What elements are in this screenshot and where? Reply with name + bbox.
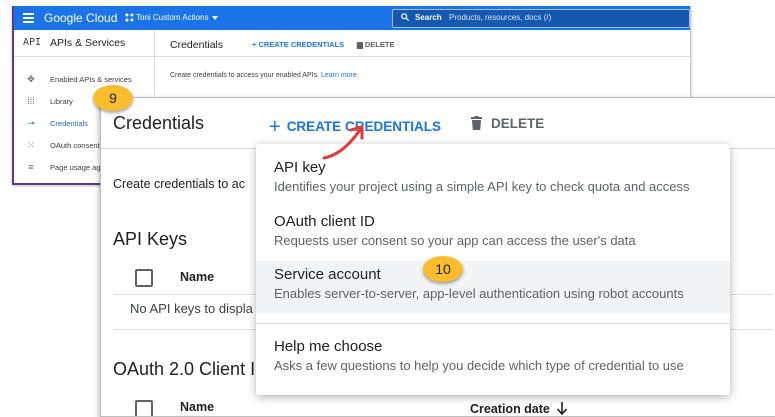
consent-icon: ⁙ — [27, 140, 35, 150]
menu-item-description: Identifies your project using a simple A… — [274, 179, 690, 194]
description-text: Create credentials to access your enable… — [170, 72, 320, 79]
sidebar-item-label: Page usage agr — [50, 163, 103, 172]
menu-item-oauth-client-id[interactable]: OAuth client ID Requests user consent so… — [256, 208, 730, 258]
menu-item-description: Asks a few questions to help you decide … — [274, 358, 684, 373]
step-badge-10: 10 — [423, 256, 463, 282]
search-icon — [401, 13, 409, 21]
project-icon — [125, 13, 134, 22]
select-all-checkbox[interactable] — [135, 269, 153, 287]
select-all-checkbox[interactable] — [135, 400, 153, 416]
delete-button[interactable]: ▆ DELETE — [357, 40, 394, 49]
delete-label: DELETE — [364, 40, 395, 49]
sort-down-icon — [556, 402, 567, 415]
menu-item-title: OAuth client ID — [274, 213, 375, 230]
project-selector[interactable]: Toni Custom Actions — [136, 13, 208, 22]
empty-state-text: No API keys to displa — [130, 301, 253, 316]
step-badge-9: 9 — [93, 85, 133, 111]
page-title: Credentials — [170, 39, 224, 51]
hub-icon: ✥ — [27, 74, 35, 84]
menu-item-title: Help me choose — [274, 338, 383, 355]
menu-item-description: Requests user consent so your app can ac… — [274, 233, 636, 248]
delete-button[interactable]: DELETE — [471, 114, 544, 131]
search-placeholder: Products, resources, docs (/) — [449, 13, 552, 22]
settings-list-icon: ≡ — [28, 162, 34, 172]
page-title: Credentials — [113, 113, 205, 133]
sidebar-item-label: Enabled APIs & services — [50, 75, 132, 84]
column-header-name[interactable]: Name — [180, 270, 214, 284]
menu-item-title: API key — [274, 159, 326, 176]
key-icon: ⊸ — [27, 118, 35, 128]
menu-divider — [256, 323, 730, 324]
sidebar-title: APIs & Services — [50, 37, 126, 49]
page-description: Create credentials to ac — [113, 177, 246, 191]
sidebar-item-enabled-apis[interactable]: ✥ Enabled APIs & services — [14, 70, 154, 90]
divider — [155, 56, 690, 57]
api-badge: API — [23, 37, 42, 48]
chevron-down-icon[interactable] — [212, 16, 218, 20]
search-label: Search — [415, 13, 442, 22]
create-credentials-menu: API key Identifies your project using a … — [256, 144, 730, 395]
sidebar-header: API APIs & Services — [14, 30, 154, 57]
sidebar-item-label: OAuth consent — [50, 141, 100, 150]
column-header-creation-date[interactable]: Creation date — [470, 400, 568, 416]
trash-icon — [471, 116, 482, 130]
delete-label: DELETE — [491, 116, 545, 131]
top-app-bar: Google Cloud Toni Custom Actions Search … — [14, 6, 690, 30]
api-keys-heading: API Keys — [113, 229, 188, 249]
menu-item-description: Enables server-to-server, app-level auth… — [274, 286, 684, 301]
menu-item-help-me-choose[interactable]: Help me choose Asks a few questions to h… — [256, 333, 730, 385]
page-description: Create credentials to access your enable… — [170, 72, 357, 79]
sidebar-item-label: Library — [50, 97, 73, 106]
search-input[interactable]: Search Products, resources, docs (/) — [392, 9, 690, 28]
plus-icon: + — [269, 116, 281, 138]
menu-item-service-account[interactable]: Service account Enables server-to-server… — [256, 261, 730, 313]
hamburger-menu-icon[interactable] — [23, 13, 34, 23]
google-cloud-logo[interactable]: Google Cloud — [44, 11, 117, 25]
creation-date-label: Creation date — [470, 402, 550, 416]
create-credentials-button[interactable]: + CREATE CREDENTIALS — [252, 40, 344, 49]
column-header-name[interactable]: Name — [180, 400, 214, 414]
red-arrow-annotation — [322, 125, 364, 160]
oauth-clients-heading: OAuth 2.0 Client I — [113, 359, 256, 379]
grid-icon: ⁞⁞⁞ — [27, 96, 35, 106]
sidebar-item-label: Credentials — [50, 119, 88, 128]
learn-more-link[interactable]: Learn more — [321, 72, 357, 79]
trash-icon: ▆ — [357, 40, 365, 49]
menu-item-title: Service account — [274, 266, 381, 283]
